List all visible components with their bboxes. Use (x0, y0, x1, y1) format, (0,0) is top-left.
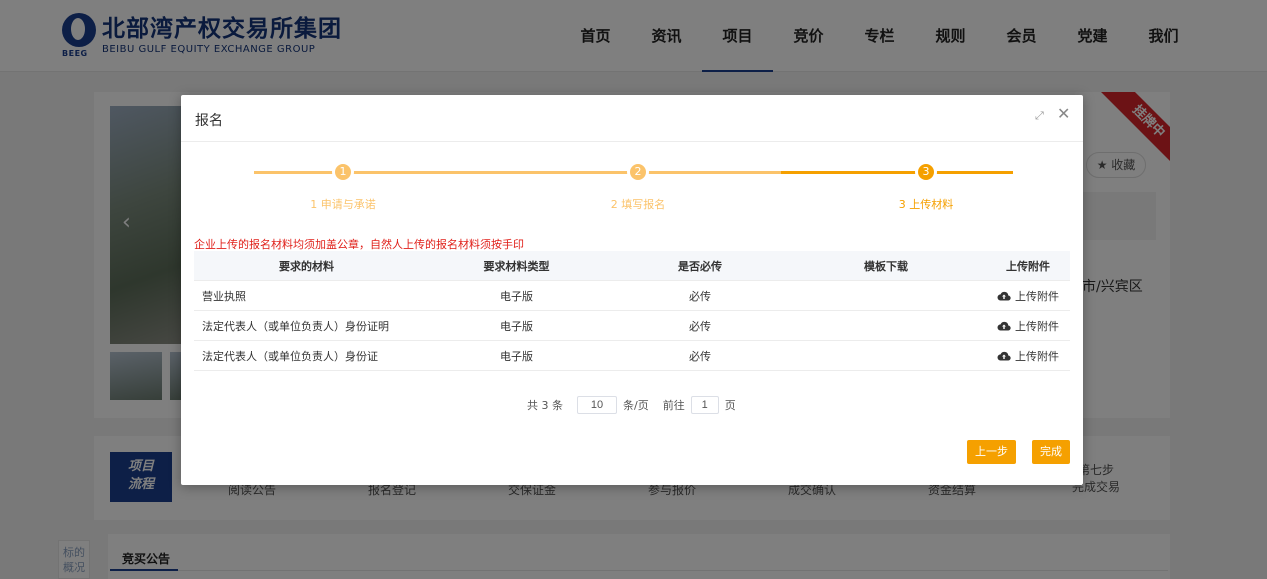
upload-attachment-button[interactable]: 上传附件 (997, 318, 1059, 334)
table-row: 法定代表人（或单位负责人）身份证明 电子版 必传 上传附件 (194, 311, 1070, 341)
pagination: 共 3 条 条/页 前往 页 (527, 395, 736, 415)
cell-material: 法定代表人（或单位负责人）身份证明 (202, 319, 389, 333)
expand-icon[interactable]: ⤢ (1035, 110, 1047, 122)
table-row: 法定代表人（或单位负责人）身份证 电子版 必传 上传附件 (194, 341, 1070, 371)
step-3-number: 3 (918, 164, 934, 180)
step-1-marker: 1 (332, 161, 354, 183)
step-1-number: 1 (335, 164, 351, 180)
cell-type: 电子版 (500, 349, 533, 363)
column-header-required: 是否必传 (678, 259, 722, 273)
pagination-total: 共 3 条 (527, 399, 563, 412)
cloud-upload-icon (997, 321, 1011, 331)
column-header-upload: 上传附件 (1006, 259, 1050, 273)
upload-notice: 企业上传的报名材料均须加盖公章，自然人上传的报名材料须按手印 (194, 238, 524, 251)
cell-required: 必传 (689, 319, 711, 333)
step-2-marker: 2 (627, 161, 649, 183)
pagination-per-page: 条/页 (623, 399, 649, 412)
step-1-label: 1 申请与承诺 (310, 198, 376, 211)
column-header-type: 要求材料类型 (483, 259, 550, 273)
table-header: 要求的材料 要求材料类型 是否必传 模板下载 上传附件 (194, 251, 1070, 281)
upload-attachment-button[interactable]: 上传附件 (997, 348, 1059, 364)
page-jump-input[interactable] (690, 396, 719, 414)
materials-table: 要求的材料 要求材料类型 是否必传 模板下载 上传附件 营业执照 电子版 必传 … (194, 251, 1070, 371)
steps-track-current (781, 171, 1013, 174)
step-3-label: 3 上传材料 (898, 198, 954, 211)
column-header-template: 模板下载 (864, 259, 908, 273)
dialog-title: 报名 (195, 113, 223, 129)
cloud-upload-icon (997, 291, 1011, 301)
cell-required: 必传 (689, 289, 711, 303)
pagination-page-unit: 页 (724, 399, 736, 412)
column-header-material: 要求的材料 (279, 259, 334, 273)
table-row: 营业执照 电子版 必传 上传附件 (194, 281, 1070, 311)
page-size-input[interactable] (577, 396, 617, 414)
step-3-marker: 3 (915, 161, 937, 183)
finish-button[interactable]: 完成 (1032, 440, 1070, 464)
signup-dialog: 报名 ⤢ ✕ 1 2 3 1 申请与承诺 2 填写报名 3 上传材料 企业上传的… (181, 95, 1083, 485)
step-2-label: 2 填写报名 (610, 198, 666, 211)
cell-type: 电子版 (500, 319, 533, 333)
cell-material: 法定代表人（或单位负责人）身份证 (202, 349, 378, 363)
cell-required: 必传 (689, 349, 711, 363)
upload-attachment-button[interactable]: 上传附件 (997, 288, 1059, 304)
cell-material: 营业执照 (202, 289, 246, 303)
close-icon[interactable]: ✕ (1057, 106, 1071, 122)
step-2-number: 2 (630, 164, 646, 180)
prev-step-button[interactable]: 上一步 (967, 440, 1016, 464)
upload-attachment-label: 上传附件 (1015, 319, 1059, 333)
cloud-upload-icon (997, 351, 1011, 361)
dialog-header-divider (181, 141, 1083, 142)
upload-attachment-label: 上传附件 (1015, 349, 1059, 363)
pagination-goto-label: 前往 (662, 399, 685, 412)
upload-attachment-label: 上传附件 (1015, 289, 1059, 303)
cell-type: 电子版 (500, 289, 533, 303)
